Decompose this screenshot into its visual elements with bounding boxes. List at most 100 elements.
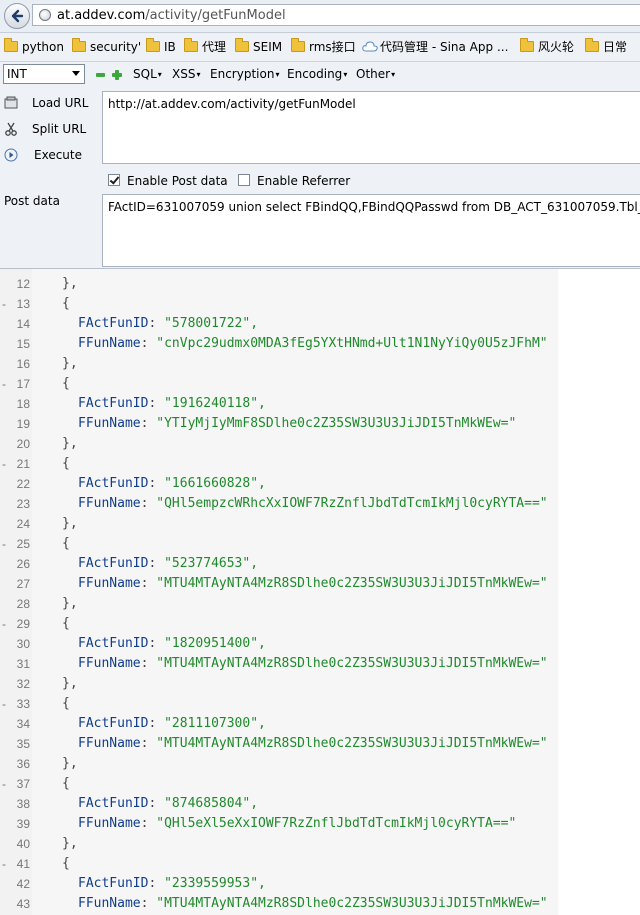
code-line: 23 FFunName: "QHl5empzcWRhcXxIOWF7RzZnflJ… bbox=[0, 494, 640, 514]
fact-fun-id-entry: FActFunID: "1661660828", bbox=[78, 476, 266, 491]
url-text: at.addev.com/activity/getFunModel bbox=[57, 8, 286, 23]
open-brace: { bbox=[62, 696, 70, 711]
back-button[interactable] bbox=[4, 3, 30, 29]
line-number: 29 bbox=[16, 617, 30, 631]
line-number: 14 bbox=[16, 317, 30, 331]
json-string-value: "MTU4MTAyNTA4MzR8SDlhe0c2Z35SW3U3U3JiJDI… bbox=[156, 576, 548, 591]
folder-icon bbox=[184, 38, 198, 52]
caret-icon: ▾ bbox=[157, 70, 162, 79]
line-number: 31 bbox=[16, 657, 30, 671]
cloud-icon bbox=[362, 41, 378, 52]
code-line: -21{ bbox=[0, 454, 640, 474]
line-number: 15 bbox=[16, 337, 30, 351]
menu-label: SQL bbox=[133, 67, 157, 81]
plus-icon[interactable] bbox=[112, 70, 122, 80]
json-string-value: "1916240118", bbox=[164, 396, 266, 411]
execute-label: Execute bbox=[34, 148, 82, 162]
json-string-value: "cnVpc29udmx0MDA3fEg5YXtHNmd+Ult1N1NyYiQ… bbox=[156, 336, 548, 351]
enable-referrer-label: Enable Referrer bbox=[257, 174, 351, 188]
bookmark-label: 风火轮 bbox=[538, 40, 575, 54]
post-data-value: FActID=631007059 union select FBindQQ,FB… bbox=[108, 200, 640, 214]
json-key: FFunName bbox=[78, 816, 141, 831]
code-line: 39 FFunName: "QHl5eXl5eXxIOWF7RzZnflJbdTd… bbox=[0, 814, 640, 834]
code-line: -25{ bbox=[0, 534, 640, 554]
line-number: 21 bbox=[16, 457, 30, 471]
menu-sql[interactable]: SQL▾ bbox=[133, 67, 162, 81]
code-line: 19 FFunName: "YTIyMjIyMmF8SDlhe0c2Z35SW3U… bbox=[0, 414, 640, 434]
code-line: 18 FActFunID: "1916240118", bbox=[0, 394, 640, 414]
json-key: FActFunID bbox=[78, 636, 149, 651]
checkbox-checked[interactable] bbox=[108, 174, 120, 186]
bookmark-label: IB bbox=[164, 40, 176, 54]
bookmark-label: 代码管理 - Sina App ... bbox=[380, 40, 509, 54]
line-number: 41 bbox=[16, 857, 30, 871]
json-key: FFunName bbox=[78, 656, 141, 671]
code-line: -13{ bbox=[0, 294, 640, 314]
fact-fun-id-entry: FActFunID: "578001722", bbox=[78, 316, 259, 331]
code-line: -17{ bbox=[0, 374, 640, 394]
close-brace: }, bbox=[62, 756, 78, 771]
line-number: 23 bbox=[16, 497, 30, 511]
ffun-name-entry: FFunName: "MTU4MTAyNTA4MzR8SDlhe0c2Z35SW… bbox=[78, 736, 548, 751]
type-select[interactable]: INT bbox=[3, 64, 85, 84]
line-number: 24 bbox=[16, 517, 30, 531]
url-bar[interactable]: at.addev.com/activity/getFunModel bbox=[32, 4, 640, 26]
code-line: -37{ bbox=[0, 774, 640, 794]
caret-icon: ▾ bbox=[391, 70, 396, 79]
code-line: 15 FFunName: "cnVpc29udmx0MDA3fEg5YXtHNmd… bbox=[0, 334, 640, 354]
line-number: 28 bbox=[16, 597, 30, 611]
json-string-value: "2339559953", bbox=[164, 876, 266, 891]
globe-icon bbox=[39, 9, 51, 21]
menu-label: Encoding bbox=[287, 67, 343, 81]
close-brace: }, bbox=[62, 516, 78, 531]
clipped-previous-line bbox=[260, 269, 490, 272]
folder-icon bbox=[585, 38, 599, 52]
bookmark-label: python bbox=[22, 40, 64, 54]
line-number: 43 bbox=[16, 897, 30, 911]
menu-encryption[interactable]: Encryption▾ bbox=[210, 67, 279, 81]
line-number: 39 bbox=[16, 817, 30, 831]
code-line: 42 FActFunID: "2339559953", bbox=[0, 874, 640, 894]
code-line: 34 FActFunID: "2811107300", bbox=[0, 714, 640, 734]
url-textarea-value: http://at.addev.com/activity/getFunModel bbox=[108, 97, 356, 111]
line-number: 26 bbox=[16, 557, 30, 571]
folder-icon bbox=[72, 38, 86, 52]
url-textarea[interactable]: http://at.addev.com/activity/getFunModel bbox=[102, 91, 640, 164]
code-line: 36}, bbox=[0, 754, 640, 774]
open-brace: { bbox=[62, 376, 70, 391]
type-select-value: INT bbox=[7, 67, 27, 81]
checkbox-unchecked[interactable] bbox=[238, 174, 250, 186]
json-string-value: "2811107300", bbox=[164, 716, 266, 731]
code-line: 28}, bbox=[0, 594, 640, 614]
code-line: 35 FFunName: "MTU4MTAyNTA4MzR8SDlhe0c2Z35… bbox=[0, 734, 640, 754]
fact-fun-id-entry: FActFunID: "2811107300", bbox=[78, 716, 266, 731]
enable-post-label: Enable Post data bbox=[127, 174, 228, 188]
code-line: 27 FFunName: "MTU4MTAyNTA4MzR8SDlhe0c2Z35… bbox=[0, 574, 640, 594]
menu-label: Encryption bbox=[210, 67, 275, 81]
json-string-value: "MTU4MTAyNTA4MzR8SDlhe0c2Z35SW3U3U3JiJDI… bbox=[156, 736, 548, 751]
line-number: 17 bbox=[16, 377, 30, 391]
menu-encoding[interactable]: Encoding▾ bbox=[287, 67, 347, 81]
line-number: 25 bbox=[16, 537, 30, 551]
open-brace: { bbox=[62, 616, 70, 631]
line-number: 34 bbox=[16, 717, 30, 731]
line-number: 33 bbox=[16, 697, 30, 711]
open-brace: { bbox=[62, 456, 70, 471]
line-number: 35 bbox=[16, 737, 30, 751]
folder-icon bbox=[235, 38, 249, 52]
menu-other[interactable]: Other▾ bbox=[356, 67, 395, 81]
folder-icon bbox=[146, 38, 160, 52]
bookmark-label: SEIM bbox=[253, 40, 283, 54]
folder-icon bbox=[520, 38, 534, 52]
menu-xss[interactable]: XSS▾ bbox=[172, 67, 200, 81]
json-string-value: "QHl5empzcWRhcXxIOWF7RzZnflJbdTdTcmIkMjl… bbox=[156, 496, 548, 511]
minus-icon[interactable] bbox=[96, 73, 105, 77]
code-line: -33{ bbox=[0, 694, 640, 714]
fact-fun-id-entry: FActFunID: "1820951400", bbox=[78, 636, 266, 651]
json-string-value: "YTIyMjIyMmF8SDlhe0c2Z35SW3U3U3JiJDI5TnM… bbox=[156, 416, 517, 431]
post-data-textarea[interactable]: FActID=631007059 union select FBindQQ,FB… bbox=[102, 194, 640, 267]
bookmarks-bar: python security' IB 代理 SEIM rms接口 代码管理 -… bbox=[0, 33, 640, 62]
load-url-label: Load URL bbox=[32, 96, 89, 110]
ffun-name-entry: FFunName: "MTU4MTAyNTA4MzR8SDlhe0c2Z35SW… bbox=[78, 576, 548, 591]
close-brace: }, bbox=[62, 276, 78, 291]
